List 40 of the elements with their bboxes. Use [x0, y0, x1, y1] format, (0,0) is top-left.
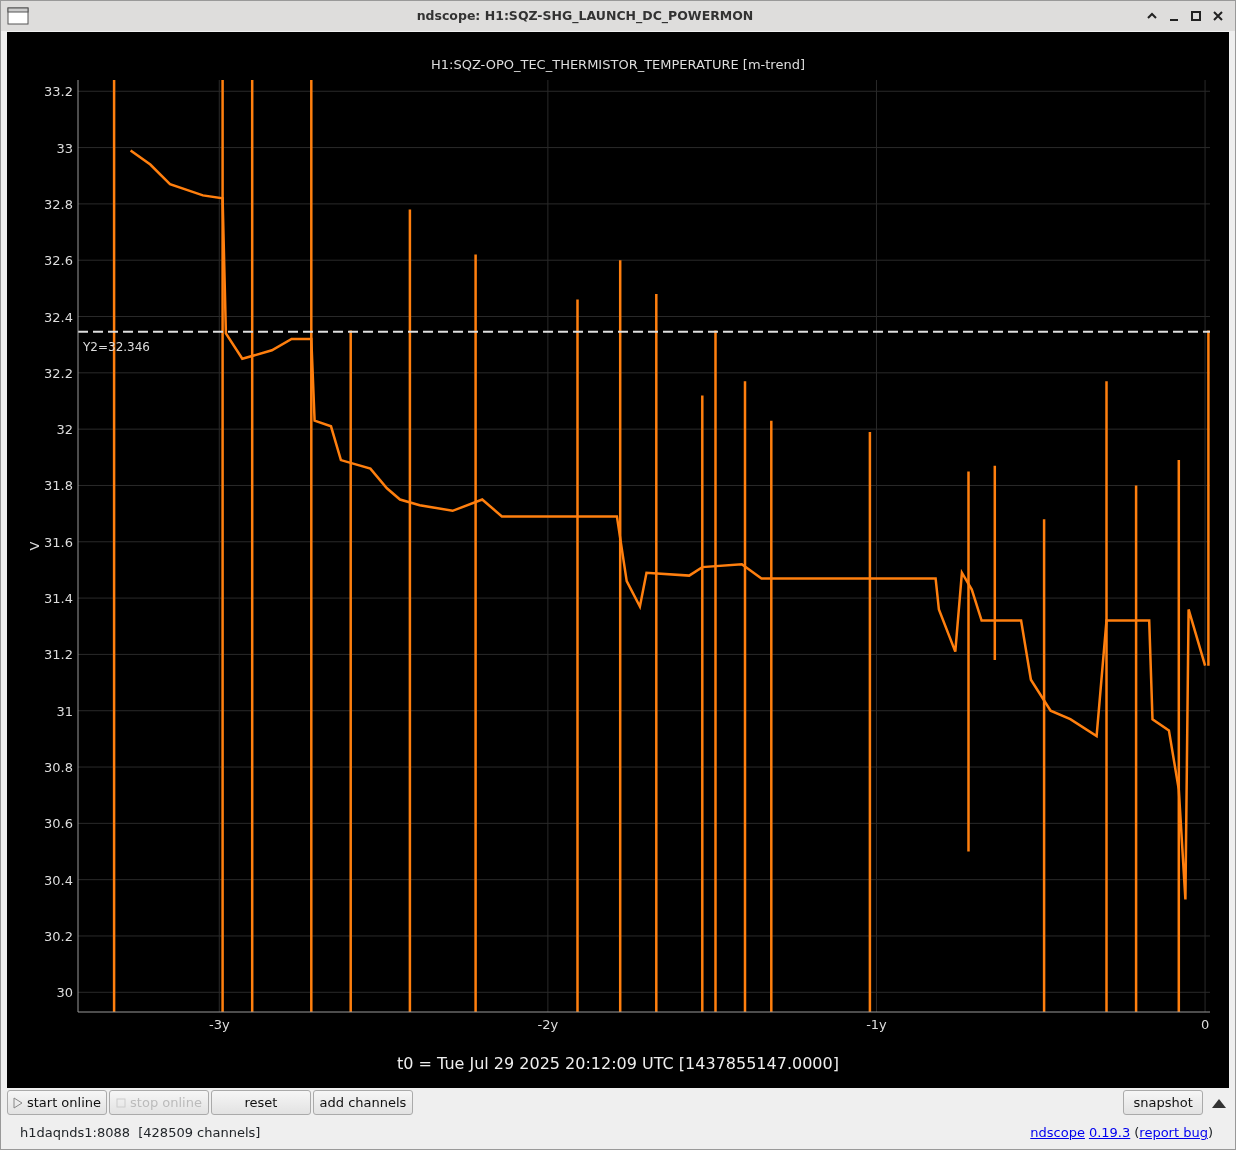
x-tick-label: 0: [1200, 1017, 1210, 1032]
y-tick-label: 31.6: [44, 534, 73, 550]
window-icon: [7, 7, 29, 25]
y-tick-label: 32.6: [44, 253, 73, 269]
y-tick-label: 31.2: [44, 647, 73, 663]
y-axis-label: V: [27, 541, 42, 551]
link[interactable]: 0.19.3: [1088, 1123, 1131, 1143]
snapshot-button[interactable]: snapshot: [1123, 1090, 1204, 1115]
y-tick-label: 32: [56, 422, 73, 438]
toolbar-button[interactable]: start online: [7, 1090, 107, 1115]
toolbar-button[interactable]: reset: [211, 1090, 311, 1115]
y-tick-label: 30.8: [44, 760, 73, 776]
x-tick-label: -1y: [866, 1017, 887, 1032]
parenthesis: (: [1134, 1124, 1140, 1142]
y-tick-label: 31.4: [44, 591, 73, 607]
y-tick-label: 30: [56, 985, 73, 1001]
y-tick-label: 30.6: [44, 816, 73, 832]
plot-title: H1:SQZ-OPO_TEC_THERMISTOR_TEMPERATURE [m-trend]: [431, 57, 805, 72]
y-tick-label: 33: [56, 140, 73, 156]
x-tick-label: -2y: [537, 1017, 559, 1032]
toolbar-button[interactable]: add channels: [313, 1090, 413, 1115]
link[interactable]: ndscope: [1030, 1123, 1085, 1143]
server-status: h1daqnds1:8088 [428509 channels]: [20, 1124, 261, 1142]
y-tick-label: 33.2: [44, 84, 73, 100]
cursor-line[interactable]: [77, 330, 1211, 333]
y-tick-label: 30.2: [44, 929, 73, 944]
y-tick-label: 30.4: [44, 872, 73, 888]
y-tick-label: 31.8: [44, 478, 73, 494]
window-title: ndscope: H1:SQZ-SHG_LAUNCH_DC_POWERMON: [415, 6, 755, 26]
y-tick-label: 32.4: [44, 309, 73, 325]
x-axis-label: t0 = Tue Jul 29 2025 20:12:09 UTC [1437855147.0000]: [397, 1054, 839, 1073]
x-tick-label: -3y: [208, 1017, 230, 1032]
link[interactable]: report bug: [1139, 1123, 1208, 1143]
y-tick-label: 32.8: [44, 196, 73, 212]
y-tick-label: 31: [56, 703, 73, 719]
collapse-icon[interactable]: [1211, 1097, 1226, 1108]
play-icon: [12, 1096, 23, 1109]
stop-icon: [116, 1097, 127, 1108]
parenthesis: ): [1207, 1124, 1213, 1142]
y-tick-label: 32.2: [44, 365, 73, 381]
